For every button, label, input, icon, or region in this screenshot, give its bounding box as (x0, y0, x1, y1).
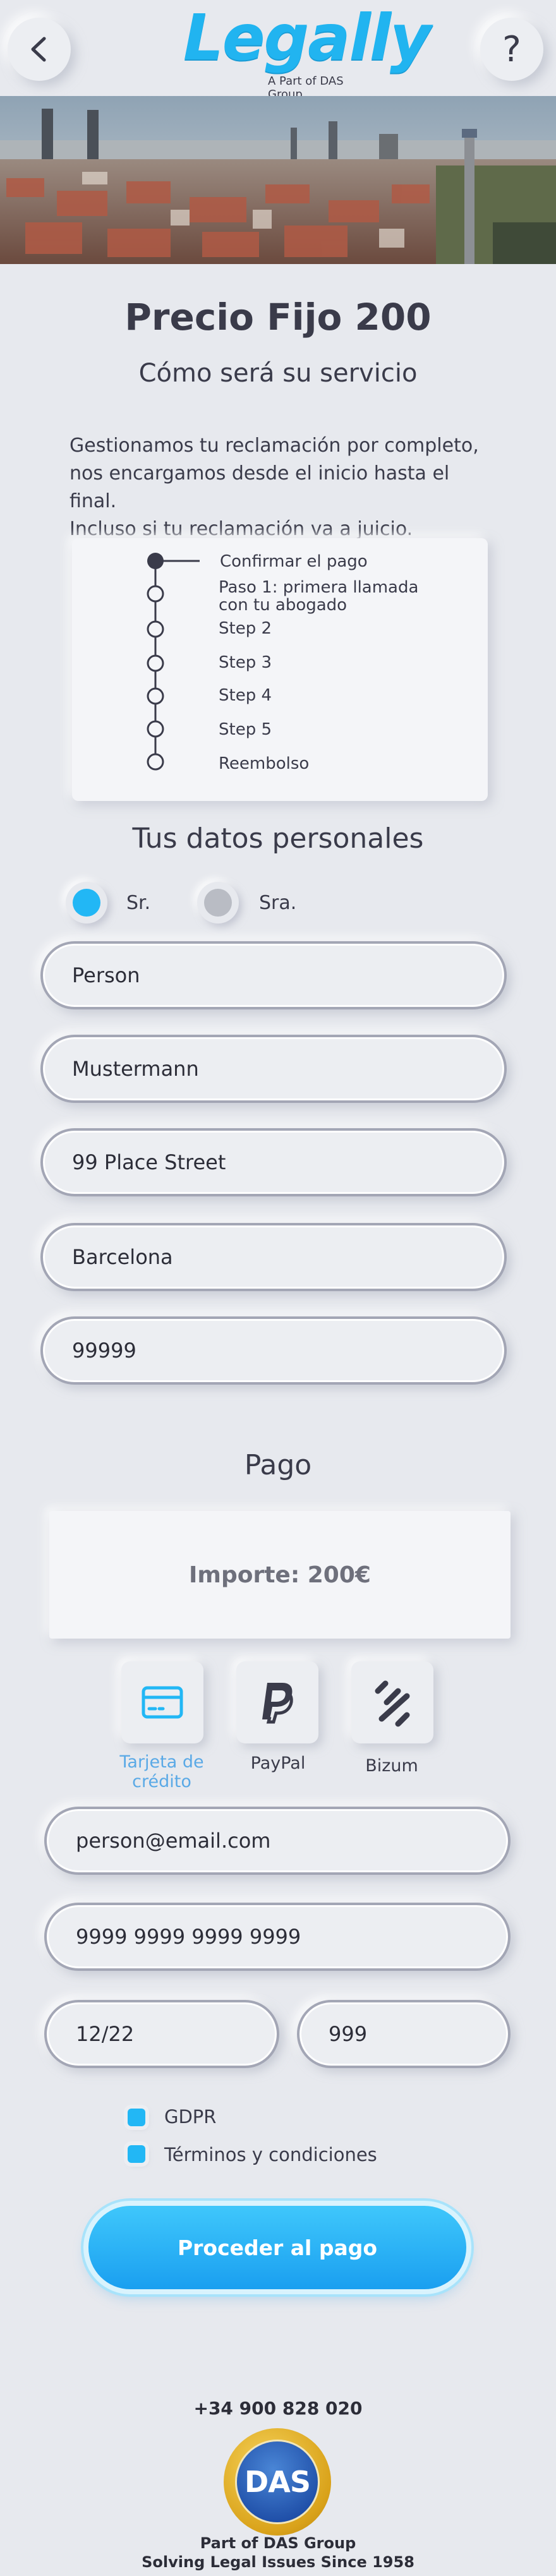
salutation-label-sra: Sra. (259, 892, 297, 914)
description-line: Gestionamos tu reclamación por completo, (70, 435, 479, 457)
salutation-radio-sra[interactable] (197, 882, 239, 924)
step-label: Confirmar el pago (220, 552, 368, 571)
footer-tagline: Solving Legal Issues Since 1958 (142, 2553, 414, 2571)
payment-method-paypal[interactable] (236, 1661, 318, 1743)
amount-card: Importe: 200€ (49, 1511, 511, 1639)
amount-text: Importe: 200€ (189, 1562, 371, 1588)
logo: Legally A Part of DAS Group (183, 6, 431, 102)
credit-card-icon (142, 1686, 183, 1719)
gdpr-label: GDPR (164, 2106, 217, 2128)
payment-method-label: Bizum (365, 1756, 418, 1776)
bizum-icon (375, 1680, 410, 1727)
step-label: Step 3 (219, 653, 272, 672)
footer-group-line: Part of DAS Group (200, 2534, 356, 2552)
radio-selected-dot (73, 889, 100, 917)
terms-checkbox[interactable] (128, 2145, 145, 2163)
page-title: Precio Fijo 200 (124, 296, 432, 339)
das-badge: DAS (224, 2428, 331, 2536)
chevron-left-icon (31, 37, 46, 62)
proceed-to-payment-button[interactable]: Proceder al pago (88, 2206, 466, 2289)
last-name-field[interactable]: Mustermann (40, 1035, 507, 1103)
step-label: Step 4 (219, 686, 272, 705)
help-icon: ? (502, 28, 521, 70)
city-field[interactable]: Barcelona (40, 1223, 507, 1291)
das-badge-text: DAS (245, 2465, 311, 2499)
step-label: Step 2 (219, 619, 272, 638)
hero-image (0, 96, 556, 264)
salutation-label-sr: Sr. (126, 892, 151, 914)
payment-method-bizum[interactable] (351, 1661, 433, 1743)
cvv-field[interactable]: 999 (297, 2000, 511, 2068)
salutation-radio-sr[interactable] (66, 882, 107, 924)
payment-heading: Pago (244, 1449, 312, 1481)
payment-method-label: PayPal (250, 1754, 306, 1773)
footer-phone[interactable]: +34 900 828 020 (0, 2398, 556, 2419)
back-button[interactable] (8, 18, 71, 81)
payment-method-card[interactable] (121, 1661, 203, 1743)
street-field[interactable]: 99 Place Street (40, 1128, 507, 1196)
expiry-field[interactable]: 12/22 (44, 2000, 279, 2068)
app-header: Legally A Part of DAS Group ? (0, 0, 556, 102)
step-label: Reembolso (219, 754, 310, 773)
postal-code-field[interactable]: 99999 (40, 1316, 507, 1385)
personal-data-heading: Tus datos personales (132, 822, 424, 855)
steps-card: Confirmar el pago Paso 1: primera llamad… (72, 538, 488, 801)
step-label: Paso 1: primera llamada con tu abogado (219, 578, 419, 615)
paypal-icon (262, 1683, 293, 1724)
email-field[interactable]: person@email.com (44, 1807, 511, 1875)
help-button[interactable]: ? (480, 18, 543, 81)
payment-method-label: Tarjeta de crédito (119, 1752, 204, 1791)
step-label: Step 5 (219, 720, 272, 739)
service-description: Gestionamos tu reclamación por completo,… (70, 432, 499, 543)
radio-unselected-dot (204, 889, 232, 917)
card-number-field[interactable]: 9999 9999 9999 9999 (44, 1903, 511, 1971)
first-name-field[interactable]: Person (40, 941, 507, 1009)
gdpr-checkbox[interactable] (128, 2109, 145, 2126)
terms-label: Términos y condiciones (164, 2144, 377, 2165)
logo-text: Legally (183, 1, 431, 75)
das-badge-inner: DAS (235, 2440, 320, 2524)
page-subtitle: Cómo será su servicio (138, 359, 418, 388)
description-line: nos encargamos desde el inicio hasta el … (70, 462, 450, 512)
steps-timeline (147, 553, 200, 771)
